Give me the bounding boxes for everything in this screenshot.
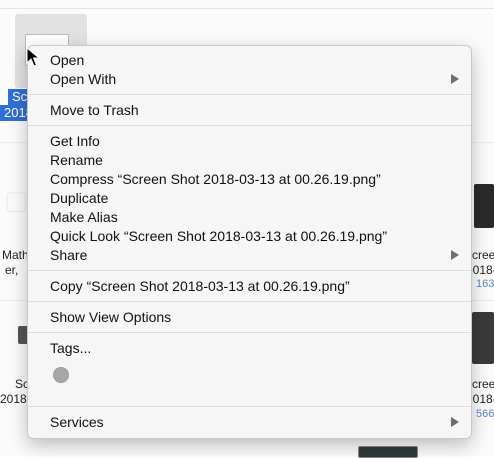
file-label[interactable]: cree xyxy=(472,248,494,262)
menu-separator xyxy=(28,125,471,126)
file-label[interactable]: Math xyxy=(2,248,29,262)
menu-item-duplicate[interactable]: Duplicate xyxy=(50,189,108,207)
tag-gray-dot-icon[interactable] xyxy=(53,367,69,383)
menu-item-open-with[interactable]: Open With xyxy=(50,70,116,88)
file-thumbnail[interactable] xyxy=(472,312,494,364)
mouse-cursor-icon xyxy=(26,47,40,67)
file-label[interactable]: cree xyxy=(472,377,494,391)
background-thumbnail: ▢ xyxy=(4,185,29,215)
menu-item-tags[interactable]: Tags... xyxy=(50,339,91,357)
submenu-arrow-icon xyxy=(451,250,459,260)
file-label[interactable]: 2018 xyxy=(0,392,27,406)
submenu-arrow-icon xyxy=(451,417,459,427)
menu-item-copy[interactable]: Copy “Screen Shot 2018-03-13 at 00.26.19… xyxy=(50,277,350,295)
context-menu: Open Open With Move to Trash Get Info Re… xyxy=(27,45,472,439)
file-size-label: 566 xyxy=(476,408,494,420)
top-divider xyxy=(0,8,494,9)
menu-separator xyxy=(28,332,471,333)
menu-item-compress[interactable]: Compress “Screen Shot 2018-03-13 at 00.2… xyxy=(50,170,381,188)
file-thumbnail[interactable] xyxy=(358,446,418,458)
menu-item-get-info[interactable]: Get Info xyxy=(50,132,100,150)
menu-item-rename[interactable]: Rename xyxy=(50,151,103,169)
menu-separator xyxy=(28,301,471,302)
menu-item-services[interactable]: Services xyxy=(50,413,104,431)
menu-item-share[interactable]: Share xyxy=(50,246,87,264)
menu-item-show-view-options[interactable]: Show View Options xyxy=(50,308,171,326)
menu-item-open[interactable]: Open xyxy=(50,51,84,69)
file-thumbnail[interactable] xyxy=(474,184,494,228)
file-size-label: 163 xyxy=(476,278,494,290)
file-label[interactable]: er, xyxy=(5,263,18,277)
menu-item-move-to-trash[interactable]: Move to Trash xyxy=(50,101,139,119)
menu-separator xyxy=(28,94,471,95)
menu-separator xyxy=(28,406,471,407)
submenu-arrow-icon xyxy=(451,74,459,84)
menu-item-quick-look[interactable]: Quick Look “Screen Shot 2018-03-13 at 00… xyxy=(50,227,387,245)
menu-separator xyxy=(28,270,471,271)
menu-item-make-alias[interactable]: Make Alias xyxy=(50,208,118,226)
